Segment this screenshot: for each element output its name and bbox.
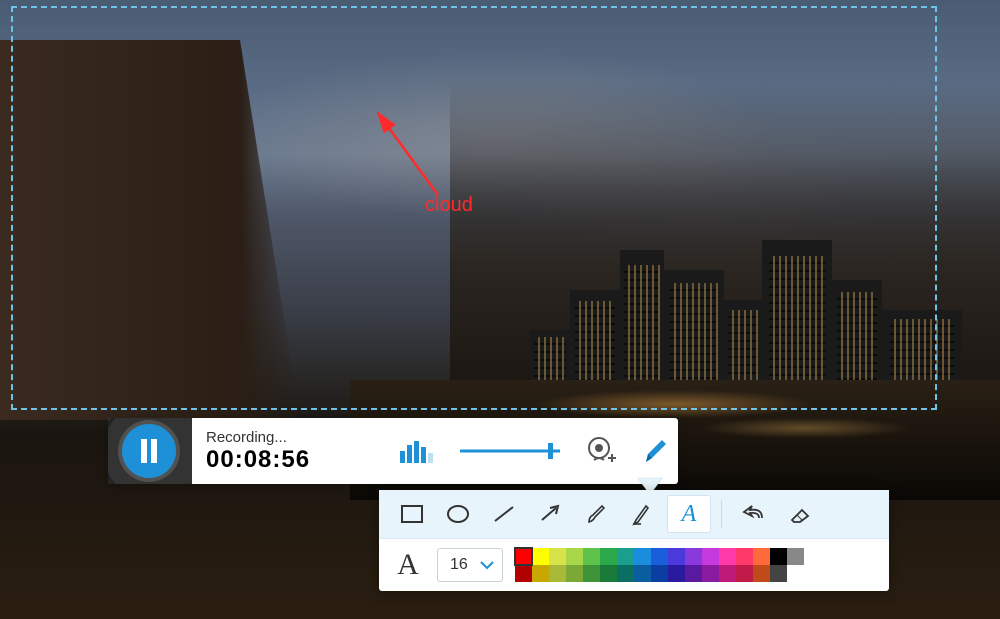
color-swatch[interactable]	[651, 548, 668, 565]
color-swatch[interactable]	[685, 548, 702, 565]
color-swatch[interactable]	[634, 548, 651, 565]
toolbar-divider	[721, 500, 722, 528]
color-swatch[interactable]	[736, 565, 753, 582]
color-swatch[interactable]	[600, 548, 617, 565]
color-swatch[interactable]	[685, 565, 702, 582]
color-swatch[interactable]	[753, 548, 770, 565]
color-swatch[interactable]	[566, 565, 583, 582]
rectangle-tool[interactable]	[391, 496, 433, 532]
volume-slider-icon	[460, 441, 560, 461]
color-swatch[interactable]	[787, 548, 804, 565]
pause-button[interactable]	[122, 424, 176, 478]
font-size-value: 16	[450, 556, 468, 574]
color-swatch[interactable]	[549, 548, 566, 565]
color-swatch[interactable]	[702, 565, 719, 582]
color-swatch[interactable]	[600, 565, 617, 582]
color-swatch[interactable]	[583, 548, 600, 565]
annotation-style-row: A 16	[379, 539, 889, 591]
color-swatch[interactable]	[719, 548, 736, 565]
color-swatch[interactable]	[770, 548, 787, 565]
arrow-tool[interactable]	[529, 496, 571, 532]
color-swatch[interactable]	[719, 565, 736, 582]
color-swatch[interactable]	[753, 565, 770, 582]
annotation-tools-row: A	[379, 490, 889, 539]
brush-icon	[584, 502, 608, 526]
webcam-icon	[586, 436, 616, 466]
color-swatch[interactable]	[515, 565, 532, 582]
color-palette	[515, 548, 804, 582]
undo-button[interactable]	[732, 496, 774, 532]
color-swatch[interactable]	[651, 565, 668, 582]
draw-button[interactable]	[642, 436, 668, 466]
eraser-icon	[786, 504, 812, 524]
color-swatch[interactable]	[770, 565, 787, 582]
font-sample: A	[391, 548, 425, 582]
color-swatch[interactable]	[583, 565, 600, 582]
color-swatch[interactable]	[532, 548, 549, 565]
brush-tool[interactable]	[575, 496, 617, 532]
ellipse-icon	[446, 504, 470, 524]
color-swatch[interactable]	[566, 548, 583, 565]
text-icon: A	[682, 501, 697, 528]
color-swatch[interactable]	[702, 548, 719, 565]
pencil-icon	[642, 436, 668, 466]
recording-time: 00:08:56	[206, 446, 376, 474]
color-swatch[interactable]	[515, 548, 532, 565]
color-swatch[interactable]	[617, 548, 634, 565]
color-swatch[interactable]	[668, 548, 685, 565]
color-swatch[interactable]	[634, 565, 651, 582]
pause-icon	[139, 439, 159, 463]
audio-levels-icon	[400, 437, 434, 465]
annotation-toolbar: A A 16	[379, 490, 889, 591]
annotation-text[interactable]: cloud	[425, 194, 473, 217]
highlighter-tool[interactable]	[621, 496, 663, 532]
ellipse-tool[interactable]	[437, 496, 479, 532]
recording-toolbar: Recording... 00:08:56	[108, 418, 678, 484]
line-icon	[492, 504, 516, 524]
color-swatch[interactable]	[668, 565, 685, 582]
highlighter-icon	[630, 502, 654, 526]
text-tool[interactable]: A	[667, 495, 711, 533]
webcam-button[interactable]	[586, 436, 616, 466]
audio-levels-button[interactable]	[400, 437, 434, 465]
color-swatch[interactable]	[736, 548, 753, 565]
arrow-icon	[538, 504, 562, 524]
line-tool[interactable]	[483, 496, 525, 532]
undo-icon	[740, 504, 766, 524]
color-swatch[interactable]	[787, 565, 804, 582]
chevron-down-icon	[480, 560, 494, 570]
recording-controls	[108, 418, 192, 484]
recording-info: Recording... 00:08:56	[192, 429, 390, 474]
font-size-select[interactable]: 16	[437, 548, 503, 582]
rectangle-icon	[400, 504, 424, 524]
color-swatch[interactable]	[532, 565, 549, 582]
recording-status: Recording...	[206, 429, 376, 446]
color-swatch[interactable]	[617, 565, 634, 582]
capture-selection[interactable]	[11, 6, 937, 410]
volume-slider[interactable]	[460, 441, 560, 461]
color-swatch[interactable]	[549, 565, 566, 582]
eraser-tool[interactable]	[778, 496, 820, 532]
